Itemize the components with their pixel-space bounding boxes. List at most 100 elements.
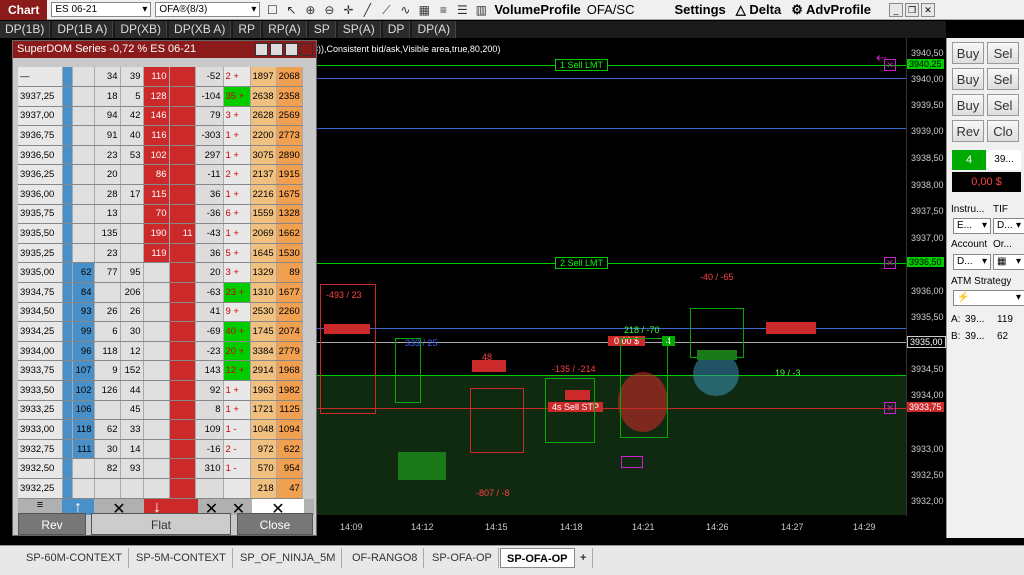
ladder-session-ask[interactable]: 1915 <box>276 164 303 186</box>
ladder-ask-size[interactable] <box>143 262 170 284</box>
ladder-bid-size[interactable] <box>72 184 95 205</box>
ladder-session-ask[interactable]: 622 <box>276 439 303 460</box>
quantity-selector[interactable]: ▦ ▾ <box>993 254 1024 270</box>
tab-sp-a[interactable]: SP(A) <box>337 21 381 38</box>
ladder-session-bid[interactable]: 1745 <box>250 321 277 342</box>
ladder-ask-size[interactable] <box>143 321 170 342</box>
ladder-bid-size[interactable] <box>72 67 95 88</box>
chart-tab[interactable]: Chart <box>0 0 48 20</box>
chart-style-icon[interactable]: ▥ <box>474 3 488 17</box>
ladder-session-bid[interactable]: 1645 <box>250 243 277 264</box>
ladder-buy-cell[interactable] <box>62 419 73 440</box>
tab-sp-ofa-op[interactable]: SP-OFA-OP <box>426 548 499 568</box>
ladder-buy-cell[interactable] <box>62 302 73 323</box>
ladder-session-bid[interactable]: 2914 <box>250 360 277 381</box>
tab-dp[interactable]: DP <box>382 21 411 38</box>
ladder-session-bid[interactable]: 1963 <box>250 380 277 401</box>
ladder-session-bid[interactable]: 1048 <box>250 419 277 440</box>
tab-dp-xb[interactable]: DP(XB) <box>115 21 168 38</box>
ladder-ticks[interactable]: 1 + <box>223 184 251 205</box>
ladder-buy-cell[interactable] <box>62 321 73 342</box>
ladder-session-bid[interactable]: 1721 <box>250 400 277 421</box>
select-box-icon[interactable]: ☐ <box>265 3 279 17</box>
ladder-volume-ask[interactable] <box>120 204 144 225</box>
ladder-session-bid[interactable]: 2200 <box>250 125 277 146</box>
ladder-sell-order[interactable] <box>169 184 196 205</box>
sell-market-button[interactable]: Sel <box>987 42 1019 64</box>
ladder-buy-cell[interactable] <box>62 145 73 166</box>
ladder-buy-cell[interactable] <box>62 439 73 460</box>
ladder-ticks[interactable]: 2 + <box>223 164 251 186</box>
ladder-session-ask[interactable]: 1982 <box>276 380 303 401</box>
account-selector[interactable]: D... ▾ <box>953 254 991 270</box>
ladder-bid-size[interactable] <box>72 204 95 225</box>
ladder-bid-size[interactable] <box>72 106 95 127</box>
ladder-session-ask[interactable]: 1530 <box>276 243 303 264</box>
ladder-session-bid[interactable]: 3384 <box>250 341 277 362</box>
ladder-row[interactable]: — 34 39 110 -52 2 +1897 2068 <box>18 67 303 88</box>
ladder-volume-ask[interactable]: 40 <box>120 125 144 146</box>
ladder-buy-cell[interactable] <box>62 106 73 127</box>
ladder-ticks[interactable]: 20 + <box>223 341 251 362</box>
ladder-ticks[interactable]: 6 + <box>223 204 251 225</box>
zoom-out-icon[interactable]: ⊖ <box>322 3 336 17</box>
ladder-row[interactable]: 3932,50 82 93 310 1 -570 954 <box>18 458 303 479</box>
ladder-ask-size[interactable]: 86 <box>143 164 170 186</box>
ladder-bid-size[interactable]: 84 <box>72 282 95 303</box>
ladder-session-bid[interactable]: 2137 <box>250 164 277 186</box>
buy-market-button[interactable]: Buy <box>952 42 984 64</box>
instrument-selector[interactable]: E... ▾ <box>953 218 991 234</box>
tab-sp-of-ninja-5m[interactable]: SP_OF_NINJA_5M <box>234 548 343 568</box>
buy-stop-button[interactable]: Buy <box>952 94 984 116</box>
ladder-volume-ask[interactable]: 44 <box>120 380 144 401</box>
reverse-position-button[interactable]: Rev <box>18 513 86 535</box>
ladder-sell-order[interactable] <box>169 67 196 88</box>
ladder-sell-order[interactable] <box>169 458 196 479</box>
ladder-volume-bid[interactable]: 34 <box>94 67 121 88</box>
ladder-ticks[interactable]: 2 - <box>223 439 251 460</box>
ladder-volume-ask[interactable] <box>120 243 144 264</box>
ladder-volume-ask[interactable]: 42 <box>120 106 144 127</box>
line-draw-icon[interactable]: ╱ <box>360 3 374 17</box>
ladder-sell-order[interactable] <box>169 106 196 127</box>
ladder-volume-ask[interactable]: 12 <box>120 341 144 362</box>
ladder-ticks[interactable]: 3 + <box>223 262 251 284</box>
ladder-row[interactable]: 3932,25 218 47 <box>18 478 303 499</box>
ladder-delta[interactable]: 20 <box>195 262 224 284</box>
ladder-sell-order[interactable]: 11 <box>169 223 196 244</box>
superdom-window[interactable]: SuperDOM Series -0,72 % ES 06-21 —34 39 11… <box>12 40 317 536</box>
ladder-volume-bid[interactable]: 28 <box>94 184 121 205</box>
close-dom-button[interactable]: Close <box>237 513 313 535</box>
ladder-session-ask[interactable]: 954 <box>276 458 303 479</box>
maximize-icon[interactable] <box>285 43 298 56</box>
restore-window-button[interactable]: ❐ <box>905 2 919 17</box>
ladder-delta[interactable]: -52 <box>195 67 224 88</box>
ladder-ask-size[interactable] <box>143 478 170 499</box>
ladder-volume-ask[interactable]: 33 <box>120 419 144 440</box>
sell-limit-order-1[interactable]: 1 Sell LMT <box>555 59 609 71</box>
ladder-ticks[interactable]: 40 + <box>223 321 251 342</box>
ladder-volume-ask[interactable]: 30 <box>120 321 144 342</box>
tab-sp-60m-context[interactable]: SP-60M-CONTEXT <box>20 548 129 568</box>
ladder-volume-bid[interactable]: 82 <box>94 458 121 479</box>
ladder-row[interactable]: 3935,00 62 77 95 20 3 +1329 89 <box>18 262 303 284</box>
ladder-delta[interactable]: 297 <box>195 145 224 166</box>
ladder-volume-ask[interactable]: 93 <box>120 458 144 479</box>
ladder-bid-size[interactable] <box>72 164 95 186</box>
ladder-ask-size[interactable]: 115 <box>143 184 170 205</box>
tab-dp-a[interactable]: DP(A) <box>412 21 457 38</box>
ladder-ask-size[interactable] <box>143 380 170 401</box>
ladder-volume-bid[interactable]: 118 <box>94 341 121 362</box>
ladder-row[interactable]: 3936,50 23 53 102 297 1 +3075 2890 <box>18 145 303 166</box>
ladder-buy-cell[interactable] <box>62 400 73 421</box>
tab-dp-xb-a[interactable]: DP(XB A) <box>169 21 232 38</box>
tif-selector[interactable]: D... ▾ <box>993 218 1024 234</box>
ladder-session-ask[interactable]: 2260 <box>276 302 303 323</box>
ladder-ticks[interactable]: 3 + <box>223 106 251 127</box>
ladder-volume-bid[interactable] <box>94 282 121 303</box>
tab-rp-a[interactable]: RP(A) <box>263 21 307 38</box>
ladder-delta[interactable] <box>195 478 224 499</box>
ladder-row[interactable]: 3933,75 107 9 152 143 12 +2914 1968 <box>18 360 303 381</box>
ladder-volume-bid[interactable]: 6 <box>94 321 121 342</box>
ladder-buy-cell[interactable] <box>62 223 73 244</box>
